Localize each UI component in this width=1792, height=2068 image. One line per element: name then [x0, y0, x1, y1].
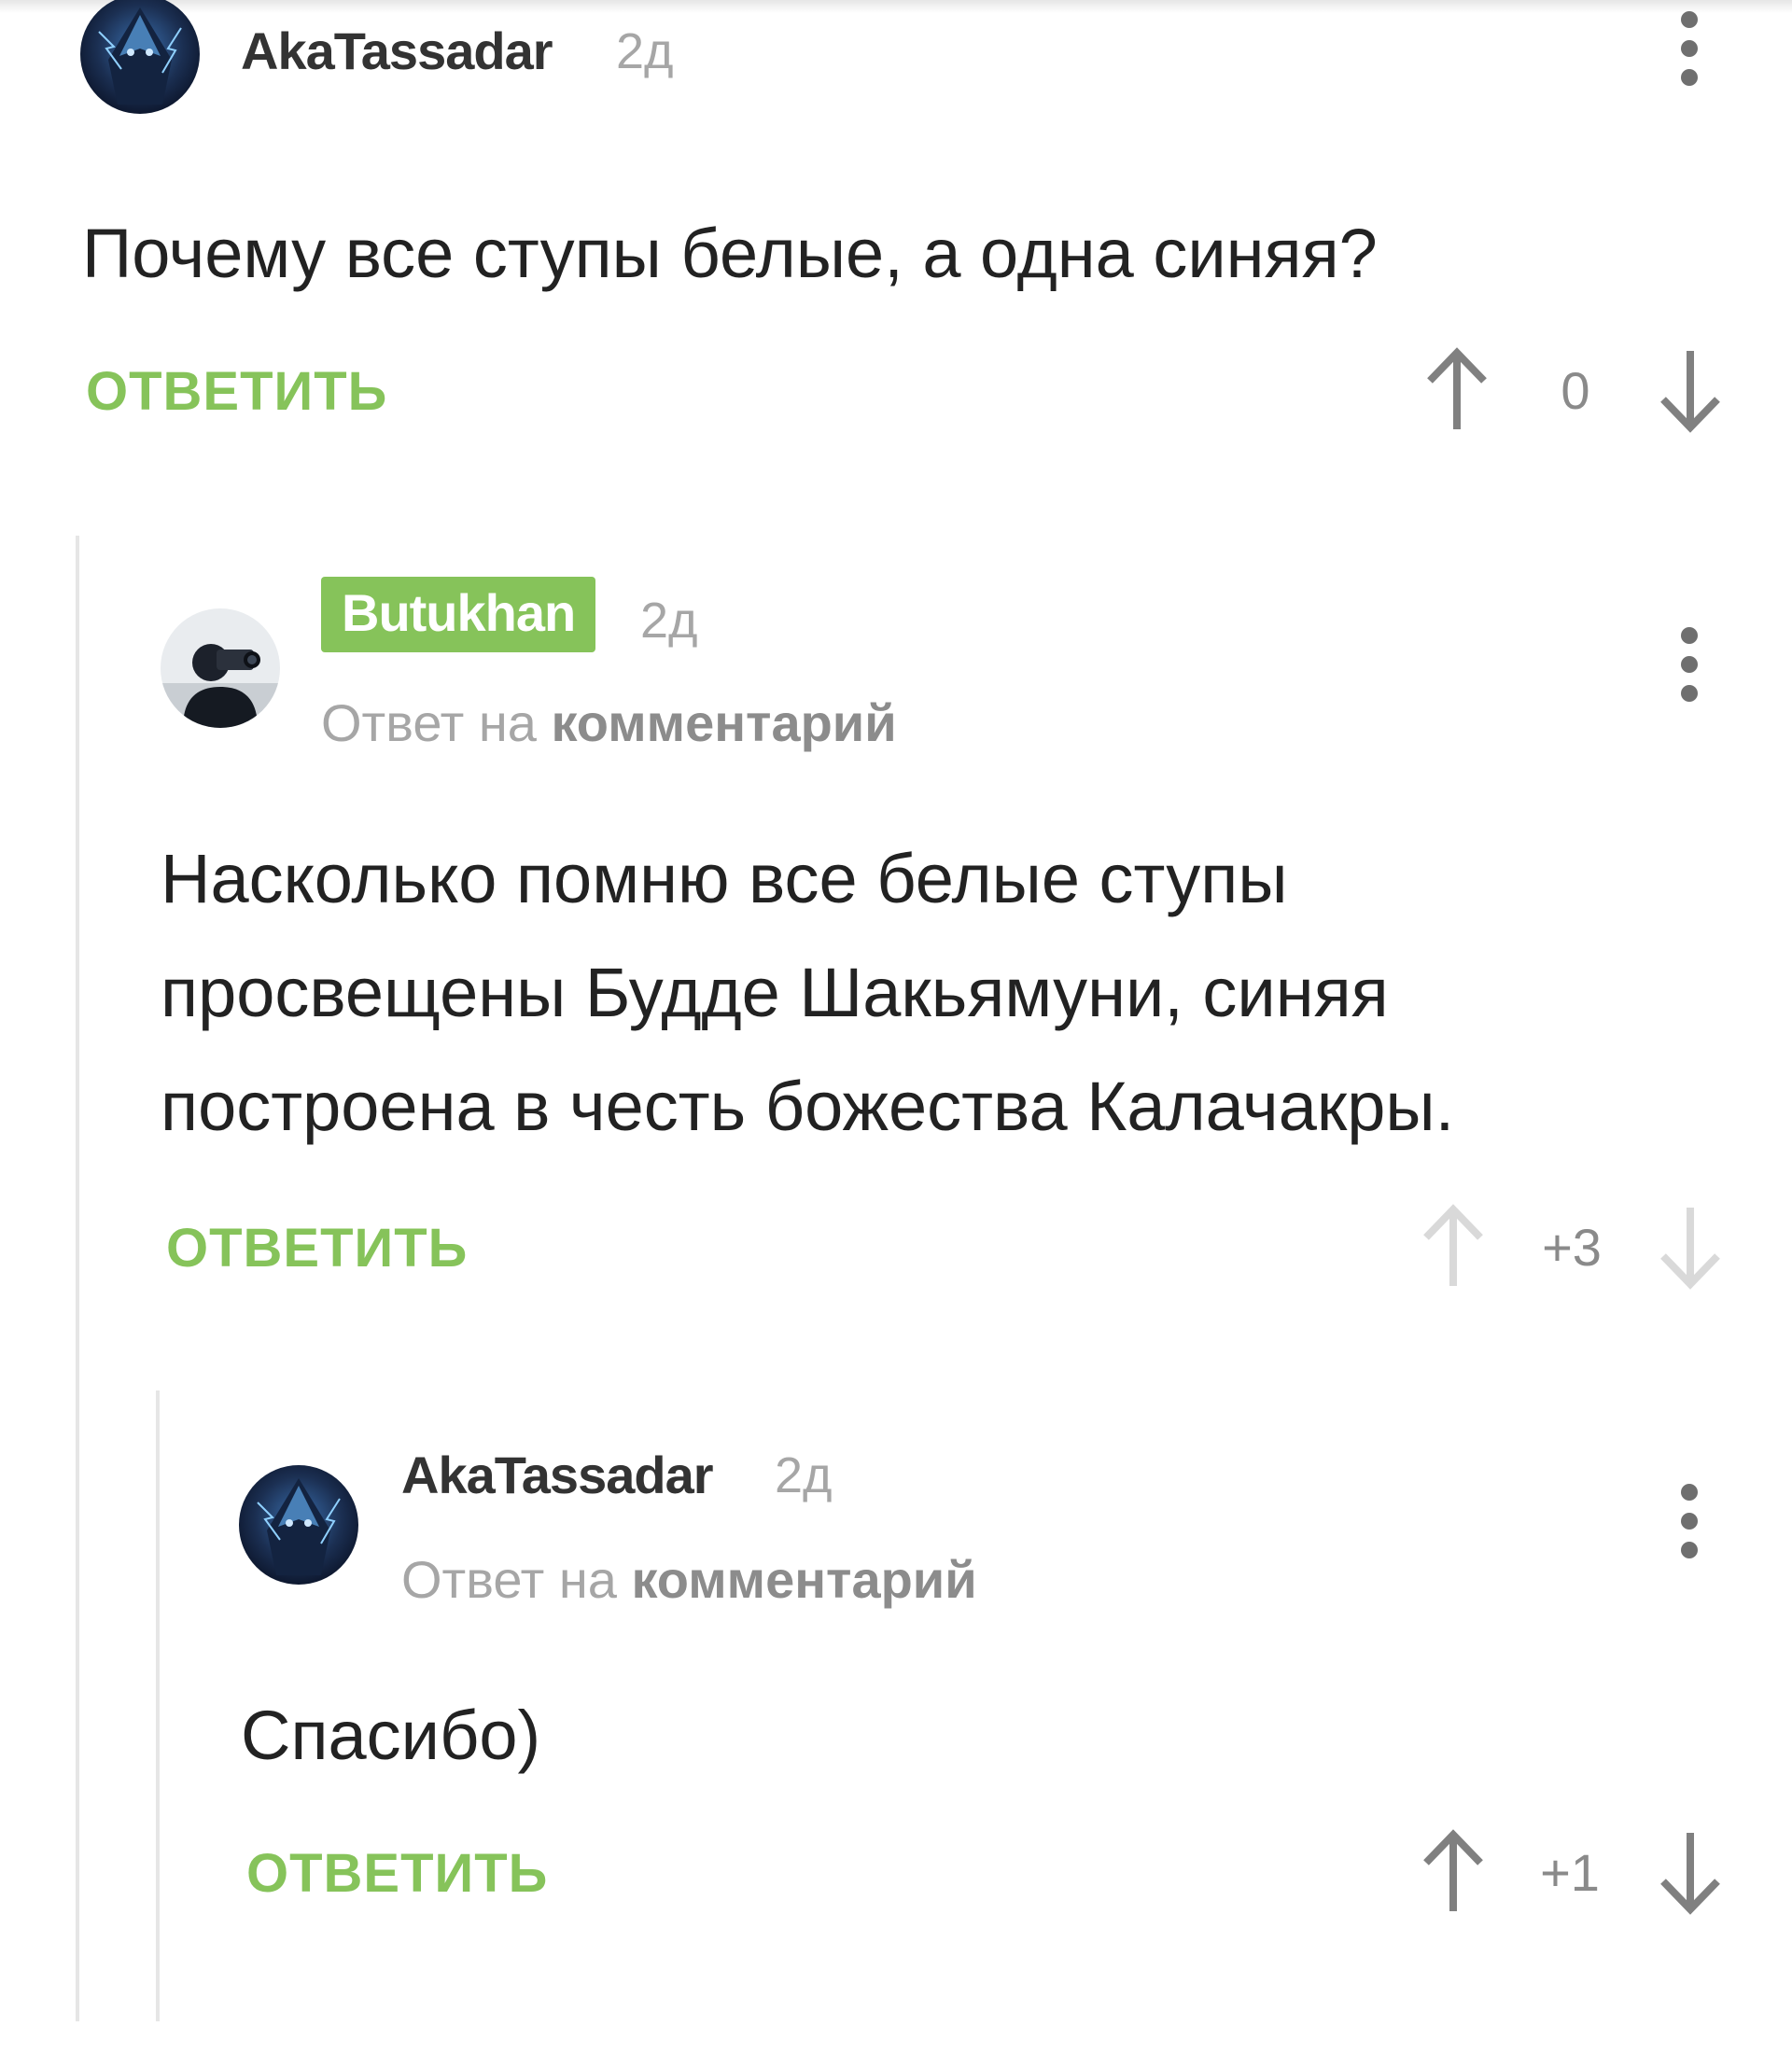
avatar-image [239, 1465, 358, 1585]
more-vertical-icon[interactable] [1671, 1484, 1708, 1577]
reply-to-link[interactable]: комментарий [631, 1550, 976, 1609]
comment-time: 2д [775, 1447, 833, 1503]
avatar[interactable] [239, 1465, 358, 1585]
reply-to-prefix: Ответ на [401, 1550, 617, 1609]
vote-score: +1 [1540, 1843, 1600, 1902]
reply-to-note: Ответ на комментарий [401, 1549, 977, 1610]
arrow-down-icon[interactable] [1658, 1825, 1723, 1919]
username[interactable]: AkaTassadar [401, 1445, 714, 1505]
comments-page: AkaTassadar 2д Почему все ступы белые, а… [0, 0, 1792, 2068]
comment-text: Спасибо) [241, 1697, 541, 1774]
comment-3: AkaTassadar 2д Ответ на комментарий Спас… [0, 0, 1792, 2068]
arrow-up-icon[interactable] [1421, 1825, 1486, 1919]
reply-button[interactable]: ОТВЕТИТЬ [246, 1842, 548, 1905]
